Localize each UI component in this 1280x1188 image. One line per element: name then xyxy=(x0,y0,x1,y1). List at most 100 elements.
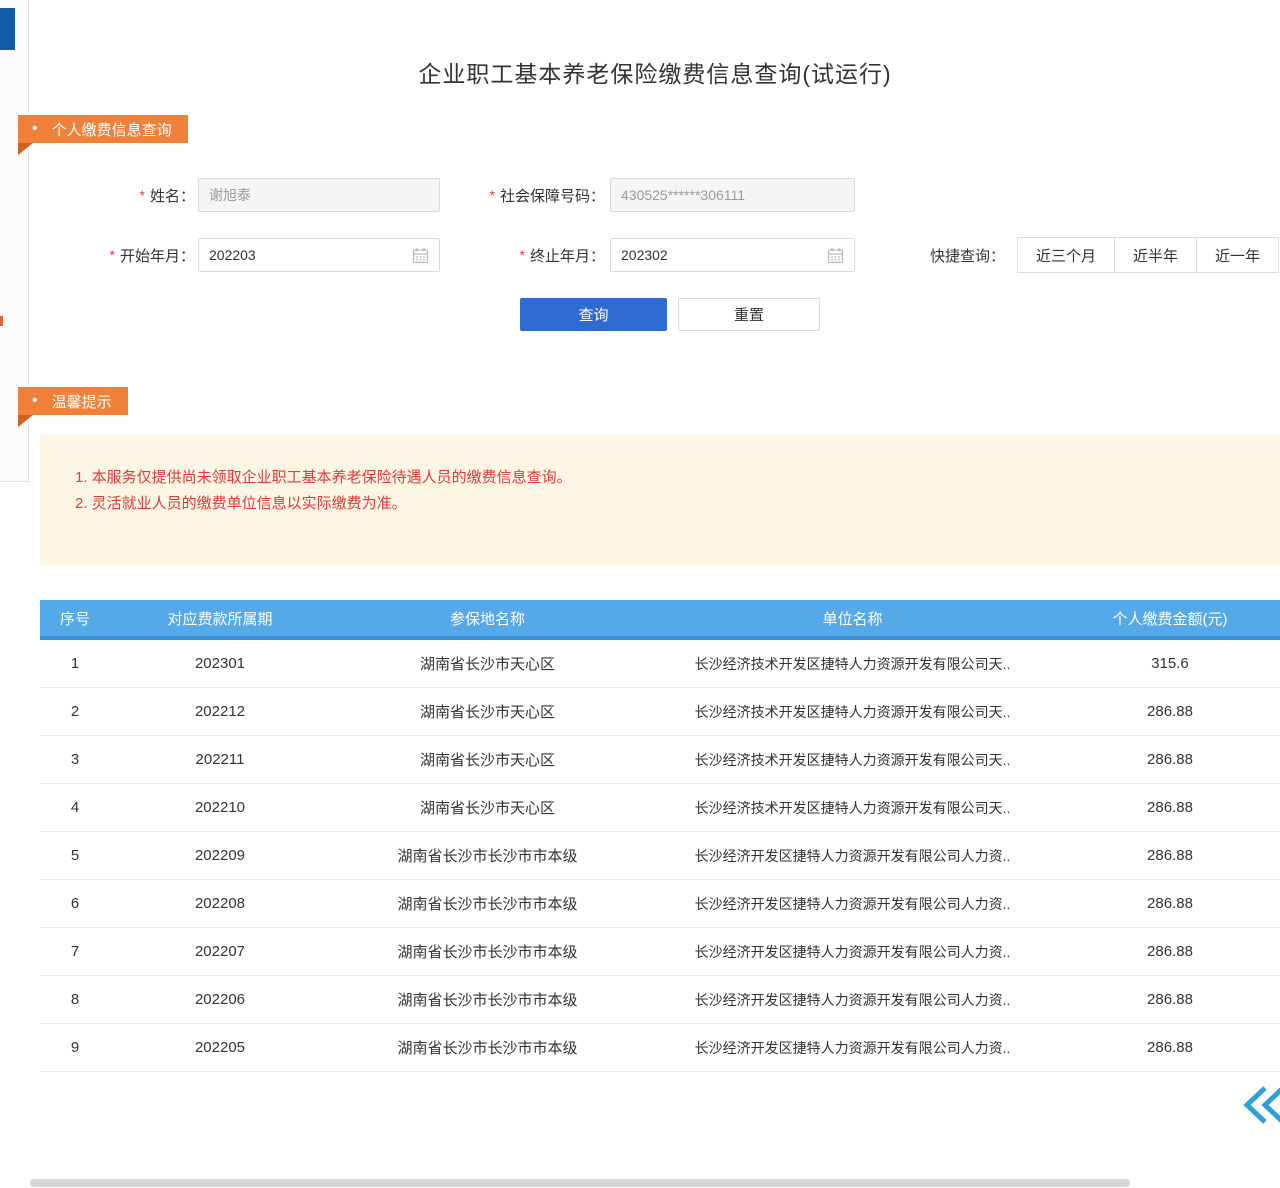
ribbon-bullet-icon: • xyxy=(32,392,38,410)
tips-panel: 1. 本服务仅提供尚未领取企业职工基本养老保险待遇人员的缴费信息查询。 2. 灵… xyxy=(40,435,1280,565)
query-button[interactable]: 查询 xyxy=(520,298,667,331)
tips-line: 1. 本服务仅提供尚未领取企业职工基本养老保险待遇人员的缴费信息查询。 xyxy=(75,465,1260,491)
required-asterisk: * xyxy=(490,187,495,203)
ssn-field[interactable]: 430525******306111 xyxy=(610,178,855,212)
table-cell: 6 xyxy=(40,880,110,927)
table-row: 3202211湖南省长沙市天心区长沙经济技术开发区捷特人力资源开发有限公司天..… xyxy=(40,736,1280,784)
table-header-cell: 对应费款所属期 xyxy=(110,600,330,636)
payment-records-table: 序号对应费款所属期参保地名称单位名称个人缴费金额(元) 1202301湖南省长沙… xyxy=(40,600,1280,1072)
table-row: 2202212湖南省长沙市天心区长沙经济技术开发区捷特人力资源开发有限公司天..… xyxy=(40,688,1280,736)
table-cell: 286.88 xyxy=(1060,688,1280,735)
collapse-left-icon[interactable] xyxy=(1241,1083,1280,1127)
table-header-row: 序号对应费款所属期参保地名称单位名称个人缴费金额(元) xyxy=(40,600,1280,640)
section-title-tips: 温馨提示 xyxy=(52,391,112,412)
reset-button[interactable]: 重置 xyxy=(678,298,820,331)
table-cell: 315.6 xyxy=(1060,640,1280,687)
calendar-icon[interactable] xyxy=(412,247,429,264)
ribbon-fold xyxy=(18,143,33,155)
table-cell: 202205 xyxy=(110,1024,330,1071)
quick-btn-last-half-year[interactable]: 近半年 xyxy=(1114,237,1197,273)
table-header-cell: 单位名称 xyxy=(645,600,1060,636)
table-row: 9202205湖南省长沙市长沙市市本级长沙经济开发区捷特人力资源开发有限公司人力… xyxy=(40,1024,1280,1072)
table-cell: 长沙经济技术开发区捷特人力资源开发有限公司天.. xyxy=(645,736,1060,783)
table-cell: 286.88 xyxy=(1060,976,1280,1023)
ribbon-fold xyxy=(18,415,33,427)
tips-line: 2. 灵活就业人员的缴费单位信息以实际缴费为准。 xyxy=(75,491,1260,517)
table-cell: 长沙经济开发区捷特人力资源开发有限公司人力资.. xyxy=(645,832,1060,879)
table-cell: 202212 xyxy=(110,688,330,735)
table-cell: 202301 xyxy=(110,640,330,687)
table-header-cell: 个人缴费金额(元) xyxy=(1060,600,1280,636)
end-month-field[interactable]: 202302 xyxy=(610,238,855,272)
quick-btn-last-3-months[interactable]: 近三个月 xyxy=(1017,237,1115,273)
table-cell: 202206 xyxy=(110,976,330,1023)
table-cell: 1 xyxy=(40,640,110,687)
table-body: 1202301湖南省长沙市天心区长沙经济技术开发区捷特人力资源开发有限公司天..… xyxy=(40,640,1280,1072)
ssn-value: 430525******306111 xyxy=(621,187,844,203)
section-header-personal-query: • 个人缴费信息查询 xyxy=(18,115,188,143)
required-asterisk: * xyxy=(520,247,525,263)
table-cell: 长沙经济开发区捷特人力资源开发有限公司人力资.. xyxy=(645,1024,1060,1071)
table-cell: 长沙经济开发区捷特人力资源开发有限公司人力资.. xyxy=(645,928,1060,975)
table-cell: 湖南省长沙市长沙市市本级 xyxy=(330,1024,645,1071)
end-month-value: 202302 xyxy=(621,247,827,263)
table-cell: 286.88 xyxy=(1060,784,1280,831)
table-cell: 286.88 xyxy=(1060,880,1280,927)
table-cell: 9 xyxy=(40,1024,110,1071)
table-cell: 202209 xyxy=(110,832,330,879)
name-field[interactable]: 谢旭泰 xyxy=(198,178,440,212)
table-cell: 8 xyxy=(40,976,110,1023)
table-row: 8202206湖南省长沙市长沙市市本级长沙经济开发区捷特人力资源开发有限公司人力… xyxy=(40,976,1280,1024)
table-row: 4202210湖南省长沙市天心区长沙经济技术开发区捷特人力资源开发有限公司天..… xyxy=(40,784,1280,832)
quick-btn-last-year[interactable]: 近一年 xyxy=(1196,237,1279,273)
table-cell: 4 xyxy=(40,784,110,831)
start-month-value: 202203 xyxy=(209,247,412,263)
table-cell: 长沙经济开发区捷特人力资源开发有限公司人力资.. xyxy=(645,976,1060,1023)
table-cell: 202211 xyxy=(110,736,330,783)
quick-query-label: 快捷查询： xyxy=(930,237,1005,273)
sidebar-orange-mark xyxy=(0,316,3,326)
name-value: 谢旭泰 xyxy=(209,185,429,205)
table-cell: 长沙经济技术开发区捷特人力资源开发有限公司天.. xyxy=(645,640,1060,687)
start-month-field[interactable]: 202203 xyxy=(198,238,440,272)
table-cell: 湖南省长沙市天心区 xyxy=(330,784,645,831)
table-cell: 7 xyxy=(40,928,110,975)
end-month-label: * 终止年月： xyxy=(470,238,605,272)
table-cell: 202210 xyxy=(110,784,330,831)
start-month-label: * 开始年月： xyxy=(60,238,195,272)
name-label: * 姓名： xyxy=(60,178,195,212)
horizontal-scrollbar[interactable] xyxy=(30,1179,1130,1187)
table-cell: 286.88 xyxy=(1060,832,1280,879)
table-cell: 286.88 xyxy=(1060,736,1280,783)
required-asterisk: * xyxy=(140,187,145,203)
table-cell: 202207 xyxy=(110,928,330,975)
table-cell: 286.88 xyxy=(1060,928,1280,975)
section-header-tips: • 温馨提示 xyxy=(18,387,128,415)
table-cell: 湖南省长沙市长沙市市本级 xyxy=(330,880,645,927)
required-asterisk: * xyxy=(110,247,115,263)
table-row: 7202207湖南省长沙市长沙市市本级长沙经济开发区捷特人力资源开发有限公司人力… xyxy=(40,928,1280,976)
table-cell: 长沙经济技术开发区捷特人力资源开发有限公司天.. xyxy=(645,784,1060,831)
table-cell: 2 xyxy=(40,688,110,735)
table-cell: 5 xyxy=(40,832,110,879)
ssn-label: * 社会保障号码： xyxy=(440,178,605,212)
table-cell: 长沙经济技术开发区捷特人力资源开发有限公司天.. xyxy=(645,688,1060,735)
table-cell: 湖南省长沙市天心区 xyxy=(330,688,645,735)
section-title-personal-query: 个人缴费信息查询 xyxy=(52,119,172,140)
table-cell: 286.88 xyxy=(1060,1024,1280,1071)
table-cell: 3 xyxy=(40,736,110,783)
table-cell: 202208 xyxy=(110,880,330,927)
table-cell: 湖南省长沙市长沙市市本级 xyxy=(330,832,645,879)
calendar-icon[interactable] xyxy=(827,247,844,264)
table-row: 5202209湖南省长沙市长沙市市本级长沙经济开发区捷特人力资源开发有限公司人力… xyxy=(40,832,1280,880)
table-row: 6202208湖南省长沙市长沙市市本级长沙经济开发区捷特人力资源开发有限公司人力… xyxy=(40,880,1280,928)
table-header-cell: 参保地名称 xyxy=(330,600,645,636)
page-title: 企业职工基本养老保险缴费信息查询(试运行) xyxy=(30,55,1280,89)
table-cell: 湖南省长沙市天心区 xyxy=(330,736,645,783)
ribbon-bullet-icon: • xyxy=(32,120,38,138)
table-cell: 长沙经济开发区捷特人力资源开发有限公司人力资.. xyxy=(645,880,1060,927)
table-header-cell: 序号 xyxy=(40,600,110,636)
sidebar-blue-block xyxy=(0,8,15,50)
table-cell: 湖南省长沙市长沙市市本级 xyxy=(330,976,645,1023)
table-row: 1202301湖南省长沙市天心区长沙经济技术开发区捷特人力资源开发有限公司天..… xyxy=(40,640,1280,688)
